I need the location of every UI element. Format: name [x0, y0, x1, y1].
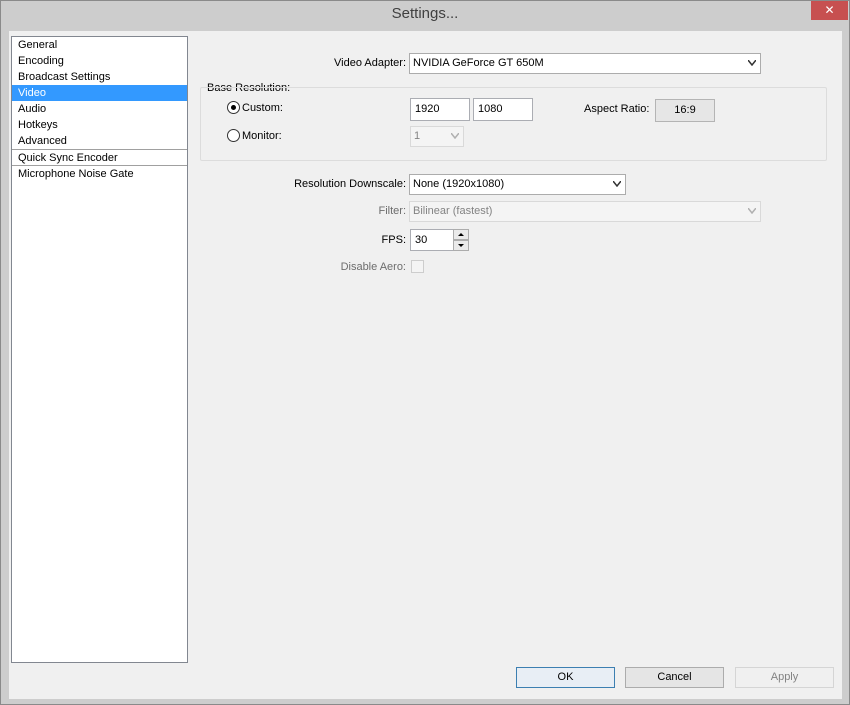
sidebar-item-hotkeys[interactable]: Hotkeys — [12, 117, 187, 133]
close-button[interactable]: ✕ — [811, 1, 848, 20]
sidebar-item-advanced[interactable]: Advanced — [12, 133, 187, 149]
filter-label: Filter: — [378, 205, 407, 217]
resolution-downscale-label: Resolution Downscale: — [294, 178, 406, 190]
custom-height-input[interactable]: 1080 — [473, 98, 533, 121]
chevron-down-icon — [748, 208, 756, 214]
chevron-down-icon — [613, 181, 621, 187]
fps-label: FPS: — [381, 234, 406, 246]
video-adapter-value: NVIDIA GeForce GT 650M — [413, 57, 544, 69]
sidebar-item-general[interactable]: General — [12, 37, 187, 53]
monitor-radio[interactable] — [227, 129, 240, 142]
filter-dropdown[interactable]: Bilinear (fastest) — [409, 201, 761, 222]
sidebar-item-audio[interactable]: Audio — [12, 101, 187, 117]
custom-width-input[interactable]: 1920 — [410, 98, 470, 121]
sidebar-item-broadcast-settings[interactable]: Broadcast Settings — [12, 69, 187, 85]
video-adapter-label: Video Adapter: — [334, 57, 406, 69]
cancel-button[interactable]: Cancel — [625, 667, 724, 688]
custom-label: Custom: — [242, 102, 283, 114]
sidebar-item-video[interactable]: Video — [12, 85, 187, 101]
sidebar-item-microphone-noise-gate[interactable]: Microphone Noise Gate — [12, 165, 187, 181]
monitor-dropdown[interactable]: 1 — [410, 126, 464, 147]
disable-aero-checkbox[interactable] — [411, 260, 424, 273]
aspect-ratio-label: Aspect Ratio: — [584, 103, 650, 115]
fps-decrement-button[interactable] — [453, 240, 469, 251]
resolution-downscale-value: None (1920x1080) — [413, 178, 505, 190]
monitor-value: 1 — [414, 130, 421, 142]
video-adapter-dropdown[interactable]: NVIDIA GeForce GT 650M — [409, 53, 761, 74]
close-icon: ✕ — [824, 3, 835, 17]
apply-button[interactable]: Apply — [735, 667, 834, 688]
chevron-down-icon — [748, 60, 756, 66]
resolution-downscale-dropdown[interactable]: None (1920x1080) — [409, 174, 626, 195]
arrow-up-icon — [458, 233, 464, 236]
ok-button[interactable]: OK — [516, 667, 615, 688]
settings-category-list[interactable]: General Encoding Broadcast Settings Vide… — [11, 36, 188, 663]
window-title: Settings... — [391, 5, 459, 22]
sidebar-item-encoding[interactable]: Encoding — [12, 53, 187, 69]
arrow-down-icon — [458, 244, 464, 247]
sidebar-item-quick-sync-encoder[interactable]: Quick Sync Encoder — [12, 149, 187, 165]
title-bar[interactable]: Settings... ✕ — [1, 1, 849, 27]
monitor-label: Monitor: — [242, 130, 282, 142]
aspect-ratio-value: 16:9 — [655, 99, 715, 122]
settings-client-area: General Encoding Broadcast Settings Vide… — [9, 31, 842, 699]
fps-input[interactable]: 30 — [410, 229, 454, 251]
fps-increment-button[interactable] — [453, 229, 469, 240]
fps-stepper[interactable] — [453, 229, 469, 251]
filter-value: Bilinear (fastest) — [413, 205, 493, 217]
settings-window: Settings... ✕ General Encoding Broadcast… — [0, 0, 850, 705]
chevron-down-icon — [451, 133, 459, 139]
disable-aero-label: Disable Aero: — [340, 261, 406, 273]
custom-radio[interactable] — [227, 101, 240, 114]
